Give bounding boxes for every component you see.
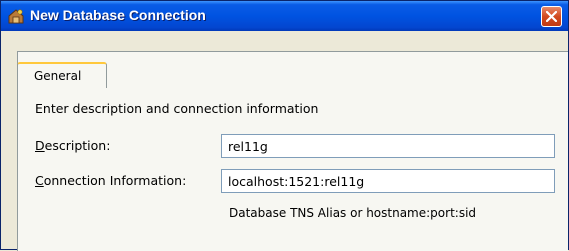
connection-info-input[interactable]: localhost:1521:rel11g <box>221 169 555 193</box>
dialog-window: New Database Connection General Enter de… <box>0 0 569 251</box>
connection-hint: Database TNS Alias or hostname:port:sid <box>229 206 477 220</box>
tab-general-label: General <box>34 69 82 83</box>
tab-general[interactable]: General <box>17 62 107 88</box>
title-bar[interactable]: New Database Connection <box>1 1 568 31</box>
database-icon <box>7 7 25 25</box>
window-title: New Database Connection <box>30 7 206 23</box>
intro-text: Enter description and connection informa… <box>35 101 319 116</box>
description-label: Description: <box>35 138 111 153</box>
connection-label: Connection Information: <box>35 173 187 188</box>
close-icon <box>546 11 557 22</box>
close-button[interactable] <box>541 6 562 27</box>
description-input[interactable]: rel11g <box>221 134 555 158</box>
